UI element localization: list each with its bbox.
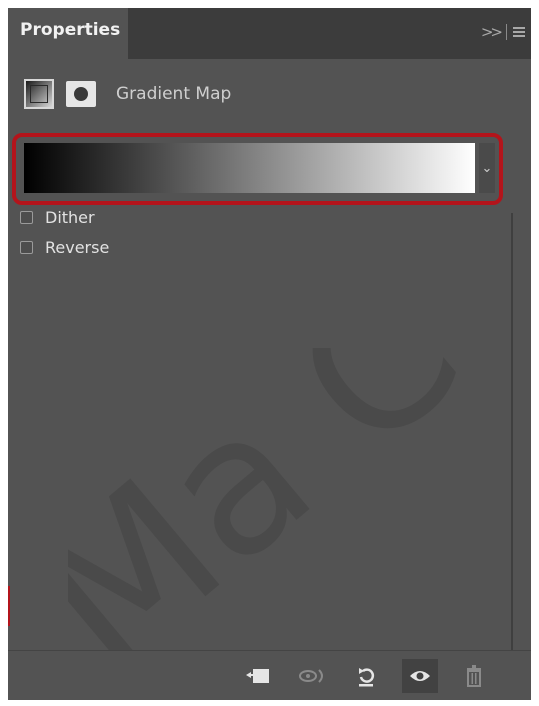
reverse-label: Reverse — [45, 237, 110, 257]
watermark: Ma C — [68, 348, 500, 688]
delete-button[interactable] — [456, 659, 492, 693]
controls-divider — [506, 24, 507, 40]
reset-icon — [359, 668, 375, 687]
trash-icon — [467, 665, 481, 687]
dither-option[interactable]: Dither — [20, 206, 95, 228]
chevron-down-icon: ⌄ — [481, 160, 493, 176]
watermark-text: Ma C — [68, 348, 500, 688]
clip-to-layer-button[interactable] — [240, 659, 276, 693]
collapse-panel-icon[interactable]: >> — [481, 23, 503, 41]
properties-panel: Properties >> Gradient Map ⌄ Dither Reve… — [8, 8, 531, 700]
reset-button[interactable] — [348, 659, 384, 693]
adjustment-header: Gradient Map — [24, 76, 231, 112]
panel-footer — [8, 650, 531, 700]
gradient-preview[interactable] — [24, 143, 475, 193]
tab-properties[interactable]: Properties — [8, 8, 128, 59]
panel-scrollbar[interactable] — [511, 213, 513, 678]
adjustment-title: Gradient Map — [116, 84, 232, 104]
clip-to-layer-icon — [246, 669, 269, 683]
toggle-visibility-button[interactable] — [402, 659, 438, 693]
dither-label: Dither — [45, 207, 95, 227]
panel-controls: >> — [481, 22, 525, 42]
panel-tab-bar: Properties >> — [8, 8, 531, 59]
gradient-picker-dropdown[interactable]: ⌄ — [479, 143, 495, 193]
dither-checkbox[interactable] — [20, 210, 33, 224]
layer-mask-icon[interactable] — [66, 81, 96, 107]
visibility-eye-icon — [410, 671, 430, 681]
edge-highlight-mark — [8, 586, 10, 626]
view-previous-state-icon — [299, 669, 323, 683]
gradient-highlight-frame: ⌄ — [12, 133, 503, 205]
reverse-checkbox[interactable] — [20, 240, 33, 254]
panel-menu-icon[interactable] — [513, 27, 525, 37]
view-previous-state-button[interactable] — [294, 659, 330, 693]
gradient-map-adjustment-icon[interactable] — [24, 79, 54, 109]
reverse-option[interactable]: Reverse — [20, 236, 109, 258]
